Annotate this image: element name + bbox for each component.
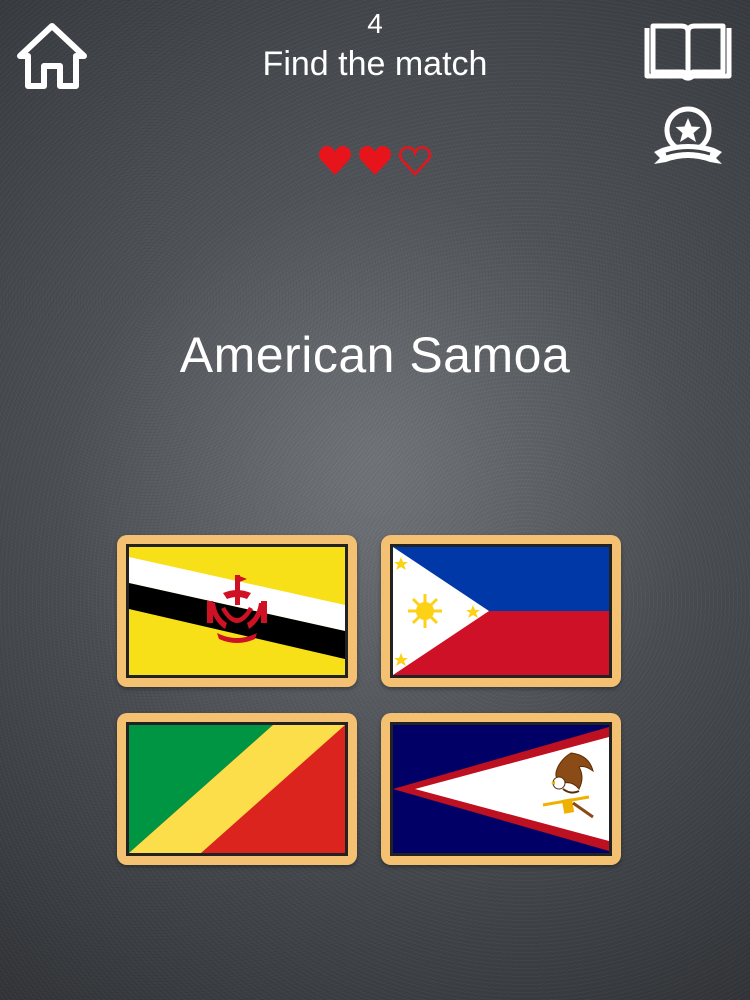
flag-congo (126, 722, 348, 856)
philippines-flag-image (393, 547, 609, 675)
lives-indicator (318, 142, 432, 180)
instruction-text: Find the match (262, 45, 488, 83)
heart-full-icon (359, 145, 391, 175)
award-ribbon-icon (654, 106, 722, 164)
achievements-button[interactable] (648, 104, 728, 170)
american-samoa-flag-image (393, 725, 609, 853)
flag-option-congo[interactable] (117, 713, 357, 865)
flag-brunei (126, 544, 348, 678)
congo-flag-image (129, 725, 345, 853)
heart-full-icon (319, 145, 351, 175)
level-number: 4 (367, 8, 383, 39)
brunei-flag-image (129, 547, 345, 675)
country-name: American Samoa (179, 327, 571, 383)
flag-option-philippines[interactable] (381, 535, 621, 687)
flag-philippines (390, 544, 612, 678)
flag-option-brunei[interactable] (117, 535, 357, 687)
heart-empty-icon (398, 146, 432, 176)
flag-option-american-samoa[interactable] (381, 713, 621, 865)
flag-american-samoa (390, 722, 612, 856)
